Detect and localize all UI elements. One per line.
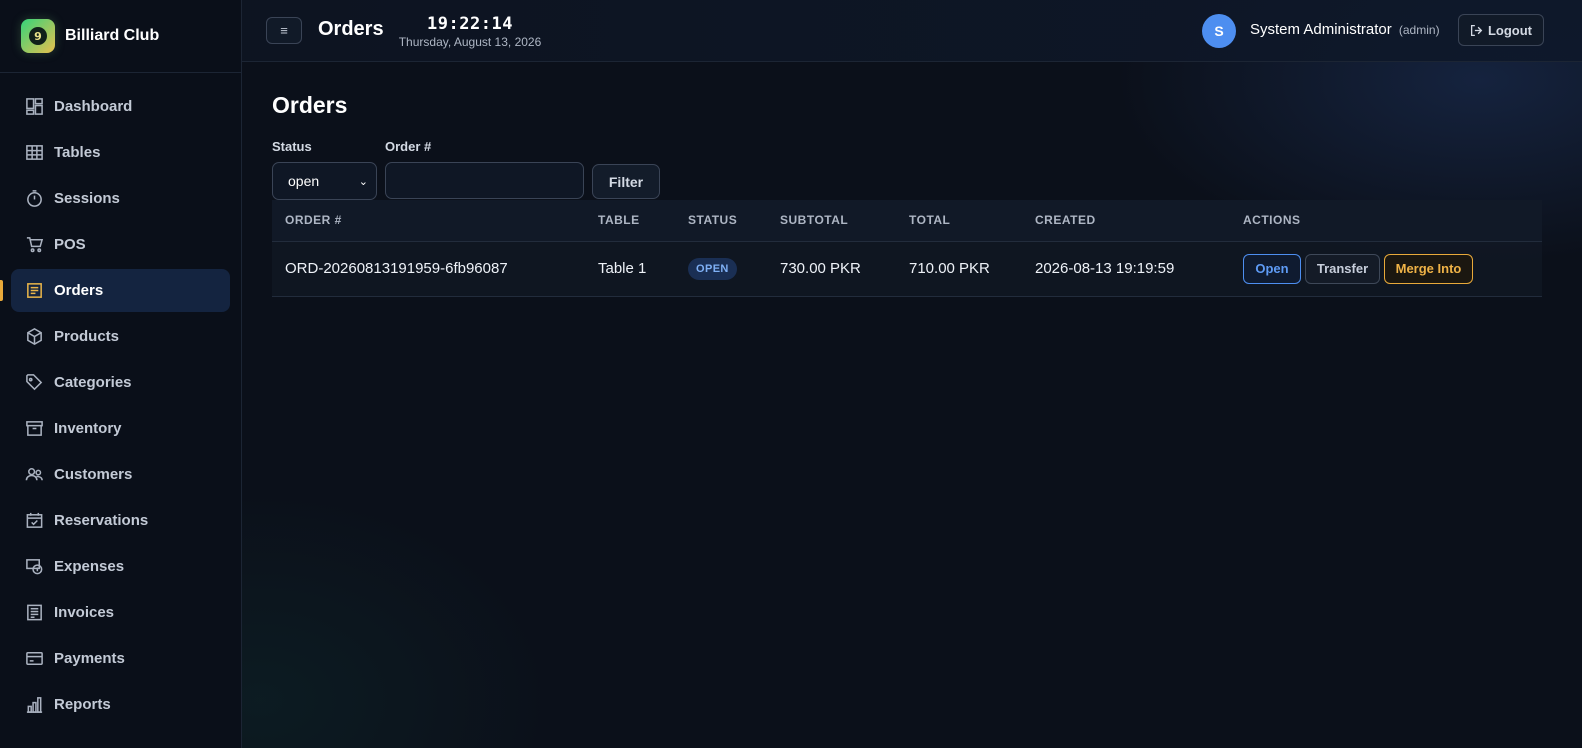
user-name: System Administrator [1250,21,1392,38]
calendar-check-icon [24,511,44,531]
cart-icon [24,235,44,255]
avatar[interactable]: S [1202,14,1236,48]
dashboard-icon [24,97,44,117]
sidebar-item-categories[interactable]: Categories [11,361,230,404]
sidebar-item-sessions[interactable]: Sessions [11,177,230,220]
sidebar-item-label: Payments [54,650,125,667]
cell-table: Table 1 [598,260,647,277]
sidebar-item-tables[interactable]: Tables [11,131,230,174]
sidebar: 9 Billiard Club Dashboard Tables Session… [0,0,242,748]
sidebar-item-label: Tables [54,144,101,161]
topbar-title: Orders [318,18,384,40]
cell-total: 710.00 PKR [909,260,990,277]
stopwatch-icon [24,189,44,209]
sidebar-item-label: Categories [54,374,132,391]
sidebar-item-pos[interactable]: POS [11,223,230,266]
brand[interactable]: 9 Billiard Club [0,0,241,73]
sidebar-item-label: Dashboard [54,98,133,115]
column-header-order[interactable]: ORDER # [272,200,585,242]
logout-label: Logout [1487,22,1533,38]
column-header-subtotal[interactable]: SUBTOTAL [767,200,896,242]
sidebar-item-expenses[interactable]: Expenses [11,545,230,588]
sidebar-item-label: Orders [54,282,104,299]
sidebar-item-orders[interactable]: Orders [0,269,230,312]
cell-created: 2026-08-13 19:19:59 [1035,260,1175,277]
sidebar-item-reservations[interactable]: Reservations [11,499,230,542]
page-title: Orders [272,92,348,118]
logout-icon [1470,24,1483,36]
cell-subtotal: 730.00 PKR [780,260,861,277]
topbar: ≡ Orders 19:22:14 Thursday, August 13, 2… [242,0,1582,62]
merge-into-button[interactable]: Merge Into [1384,253,1473,284]
sidebar-item-label: Reports [54,696,111,713]
sidebar-item-dashboard[interactable]: Dashboard [11,85,230,128]
sidebar-item-label: POS [54,236,86,253]
user-info: System Administrator (admin) [1250,21,1440,38]
sidebar-item-reports[interactable]: Reports [11,683,230,726]
transfer-order-button[interactable]: Transfer [1305,253,1380,284]
clock-time: 19:22:14 [427,14,513,34]
sidebar-nav: Dashboard Tables Sessions POS Orders Pro… [0,73,241,726]
table-grid-icon [24,143,44,163]
chevron-down-icon: ⌄ [358,176,368,188]
column-header-created[interactable]: CREATED [1022,200,1230,242]
brand-name: Billiard Club [65,27,160,44]
sidebar-item-label: Invoices [54,604,115,621]
table-row: ORD-20260813191959-6fb96087 Table 1 OPEN… [272,241,1542,296]
sidebar-item-label: Reservations [54,512,149,529]
main-content: Orders Status Order # open ⌄ Filter ORDE… [272,62,1554,296]
invoice-icon [24,603,44,623]
status-select[interactable]: open ⌄ [272,162,377,200]
sidebar-item-products[interactable]: Products [11,315,230,358]
open-order-button[interactable]: Open [1243,253,1301,284]
status-badge: OPEN [688,257,737,280]
sidebar-item-label: Expenses [54,558,125,575]
status-filter-label: Status [272,139,312,154]
receipt-icon [24,281,44,301]
status-select-value: open [288,173,320,189]
sidebar-item-customers[interactable]: Customers [11,453,230,496]
filter-button[interactable]: Filter [592,164,660,199]
order-filter-label: Order # [385,139,432,154]
column-header-actions: ACTIONS [1230,200,1542,242]
sidebar-item-label: Products [54,328,120,345]
credit-card-icon [24,649,44,669]
cell-order-number: ORD-20260813191959-6fb96087 [285,260,508,277]
logout-button[interactable]: Logout [1458,14,1544,46]
user-role: (admin) [1398,23,1440,37]
sidebar-item-invoices[interactable]: Invoices [11,591,230,634]
sidebar-item-label: Customers [54,466,133,483]
cell-status: OPEN [675,241,767,296]
hamburger-icon: ≡ [280,23,288,38]
cell-actions: Open Transfer Merge Into [1230,241,1542,296]
cash-coin-icon [24,557,44,577]
box-icon [24,327,44,347]
column-header-table[interactable]: TABLE [585,200,675,242]
clock-date: Thursday, August 13, 2026 [398,35,542,49]
filter-bar: Status Order # open ⌄ Filter [272,139,1554,209]
order-number-input[interactable] [385,162,584,199]
column-header-status[interactable]: STATUS [675,200,767,242]
people-icon [24,465,44,485]
table-header-row: ORDER # TABLE STATUS SUBTOTAL TOTAL CREA… [272,200,1542,242]
sidebar-item-payments[interactable]: Payments [11,637,230,680]
clock: 19:22:14 Thursday, August 13, 2026 [397,14,543,49]
tags-icon [24,373,44,393]
sidebar-item-inventory[interactable]: Inventory [11,407,230,450]
billiard-ball-logo-icon: 9 [21,19,55,53]
orders-table: ORDER # TABLE STATUS SUBTOTAL TOTAL CREA… [272,200,1542,297]
sidebar-item-label: Inventory [54,420,122,437]
menu-toggle-button[interactable]: ≡ [266,17,302,44]
archive-icon [24,419,44,439]
column-header-total[interactable]: TOTAL [896,200,1022,242]
sidebar-item-label: Sessions [54,190,120,207]
bar-chart-icon [24,695,44,715]
